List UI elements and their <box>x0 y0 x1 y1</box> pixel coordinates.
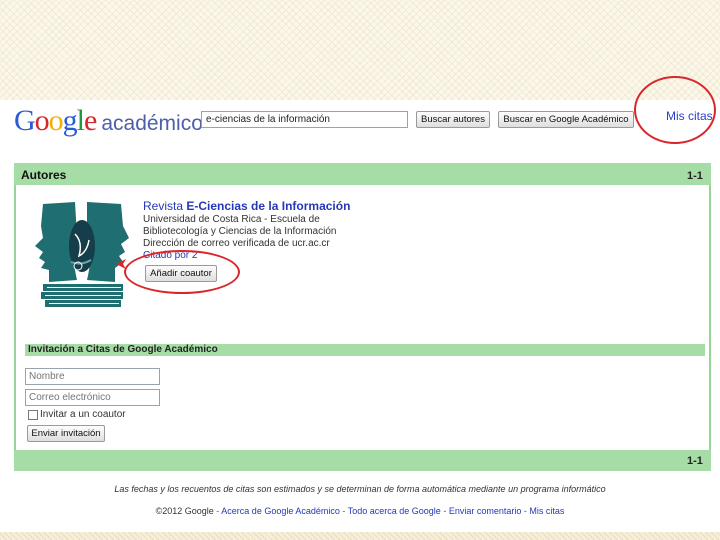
results-range-top: 1-1 <box>687 170 703 182</box>
results-range-bottom: 1-1 <box>687 455 703 467</box>
footer-link-about-google[interactable]: Todo acerca de Google <box>348 506 441 516</box>
search-input[interactable] <box>201 111 408 128</box>
footer-link-my-citations[interactable]: Mis citas <box>529 506 564 516</box>
copyright-text: ©2012 Google <box>155 506 214 516</box>
author-affiliation-line-1: Universidad de Costa Rica - Escuela de <box>143 214 320 225</box>
author-verified-email: Dirección de correo verificada de ucr.ac… <box>143 238 330 249</box>
authors-panel-header <box>14 163 711 185</box>
logo-letter: l <box>76 104 85 137</box>
annotation-arrow-icon <box>116 259 126 269</box>
search-authors-button[interactable]: Buscar autores <box>416 111 490 128</box>
search-scholar-button[interactable]: Buscar en Google Académico <box>498 111 634 128</box>
authors-panel-footer <box>14 450 711 471</box>
email-field[interactable] <box>25 389 160 406</box>
invitation-title: Invitación a Citas de Google Académico <box>28 344 218 355</box>
logo-letter: g <box>62 104 78 137</box>
slide-background-top <box>0 0 720 100</box>
logo-word: académico <box>101 112 203 135</box>
slide-background-bottom <box>0 532 720 540</box>
citation-disclaimer: Las fechas y los recuentos de citas son … <box>114 484 606 494</box>
footer-link-feedback[interactable]: Enviar comentario <box>449 506 522 516</box>
logo-letter: G <box>14 104 36 137</box>
author-name-prefix: Revista <box>143 199 187 213</box>
author-affiliation-line-2: Bibliotecología y Ciencias de la Informa… <box>143 226 337 237</box>
annotation-circle-add-coauthor <box>124 250 240 294</box>
annotation-circle-my-citations <box>634 76 716 144</box>
author-profile-image[interactable] <box>31 196 133 310</box>
name-field[interactable] <box>25 368 160 385</box>
logo-letter: o <box>34 104 50 137</box>
authors-panel-title: Autores <box>21 168 67 182</box>
footer-link-about-scholar[interactable]: Acerca de Google Académico <box>221 506 340 516</box>
logo-letter: o <box>48 104 64 137</box>
author-name-bold: E-Ciencias de la Información <box>186 199 351 213</box>
google-scholar-logo[interactable]: Google académico <box>14 104 203 137</box>
invite-coauthor-checkbox[interactable] <box>28 410 38 420</box>
send-invitation-button[interactable]: Enviar invitación <box>27 425 105 442</box>
author-name-link[interactable]: Revista E-Ciencias de la Información <box>143 199 350 213</box>
invite-coauthor-label: Invitar a un coautor <box>40 409 126 420</box>
logo-letter: e <box>84 104 97 137</box>
footer-links: ©2012 Google - Acerca de Google Académic… <box>155 506 565 516</box>
